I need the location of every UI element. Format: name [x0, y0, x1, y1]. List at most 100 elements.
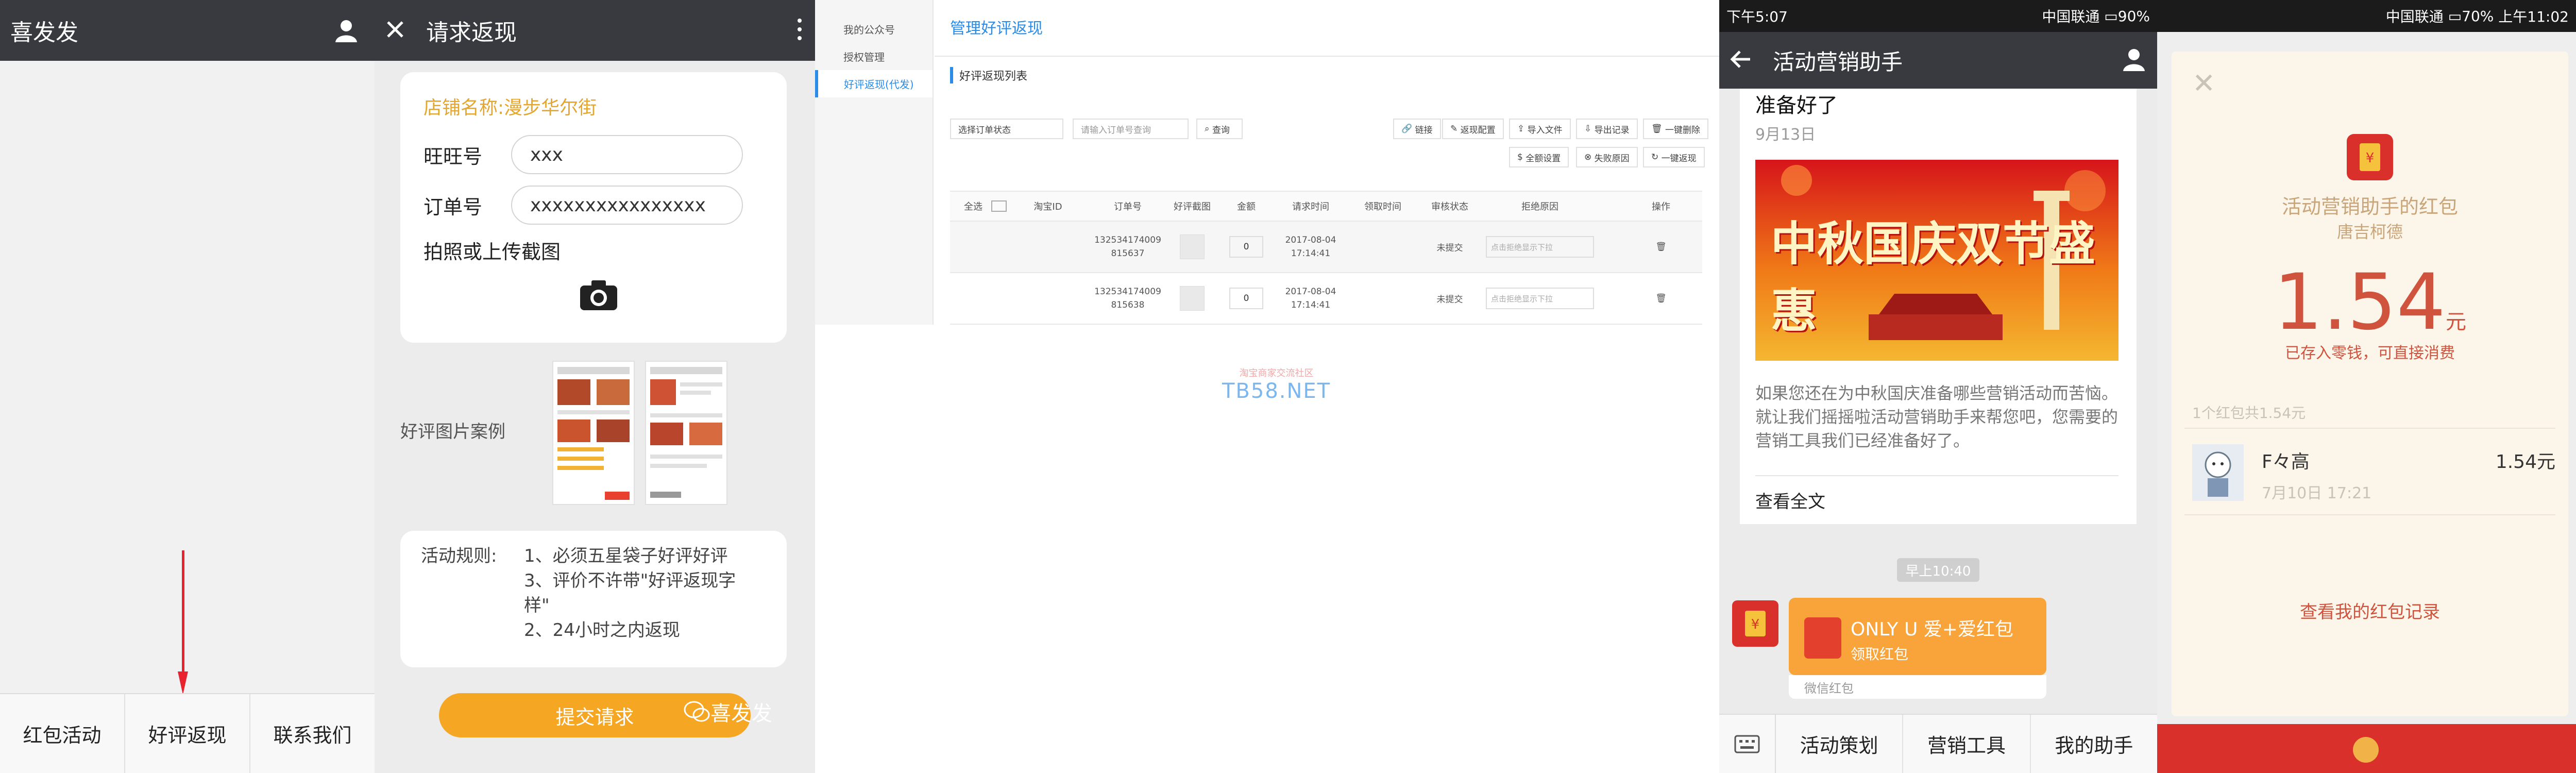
cashback-config-button[interactable]: ✎ 返现配置: [1442, 119, 1504, 139]
status-time: 上午11:02: [2498, 8, 2569, 25]
page-title: 管理好评返现: [935, 0, 1719, 57]
hongbao-avatar[interactable]: ¥: [1732, 600, 1778, 647]
table-row: 132534174009 815638 0 2017-08-04 17:14:41 …: [950, 273, 1702, 325]
hongbao-title: ONLY U 爱+爱红包: [1851, 619, 2013, 640]
full-amount-button[interactable]: $ 全额设置: [1509, 147, 1569, 167]
sidebar-item-cashback[interactable]: 好评返现(代发): [815, 70, 933, 97]
red-arrow-indicator: [178, 550, 188, 695]
menu-my-assistant[interactable]: 我的助手: [2031, 715, 2157, 773]
read-more-link[interactable]: 查看全文: [1755, 475, 2119, 524]
battery-icon: ▭: [2448, 7, 2462, 25]
export-record-button[interactable]: ⇩ 导出记录: [1576, 119, 1638, 139]
order-input[interactable]: xxxxxxxxxxxxxxxx: [511, 186, 743, 225]
header-actions: 操作: [1652, 201, 1670, 212]
header-request-time: 请求时间: [1292, 201, 1329, 212]
header-order-no: 订单号: [1114, 201, 1142, 212]
request-time: 2017-08-04 17:14:41: [1285, 287, 1336, 310]
link-button[interactable]: 🔗 链接: [1393, 119, 1441, 139]
festival-banner: 中秋国庆双节盛惠: [1755, 160, 2119, 361]
screenshot-thumbnail[interactable]: [1180, 286, 1205, 311]
select-all-checkbox[interactable]: [991, 200, 1007, 212]
trash-icon[interactable]: 🗑: [1651, 242, 1671, 252]
camera-icon[interactable]: [578, 278, 619, 312]
header-review-status: 审核状态: [1431, 201, 1468, 212]
export-record-label: 导出记录: [1594, 125, 1630, 136]
screenshot-thumbnail[interactable]: [1180, 234, 1205, 259]
article-title: 准备好了: [1755, 94, 1838, 117]
delete-all-button[interactable]: 🗑 一键删除: [1643, 119, 1708, 139]
import-file-label: 导入文件: [1527, 125, 1563, 136]
section-title: 好评返现列表: [950, 67, 1719, 83]
shop-name: 店铺名称:漫步华尔街: [423, 97, 597, 119]
chat-menu-bar: 活动策划 营销工具 我的助手: [1719, 714, 2157, 773]
menu-activity-planning[interactable]: 活动策划: [1776, 715, 1904, 773]
header-amount: 金额: [1237, 201, 1256, 212]
hongbao-envelope-icon: [1804, 617, 1841, 659]
user-icon[interactable]: [2121, 46, 2147, 74]
link-label: 链接: [1415, 125, 1433, 136]
panel-marketing-assistant-chat: 下午5:07 中国联通 ▭ 90% 活动营销助手 准备好了 9月13日 中秋国庆…: [1719, 0, 2157, 773]
search-button[interactable]: ⌕ 查询: [1196, 119, 1243, 139]
wangwang-row: 旺旺号 xxx: [423, 135, 764, 174]
tab-good-review-cashback[interactable]: 好评返现: [125, 694, 250, 773]
review-example-image-2[interactable]: [645, 361, 727, 505]
page-title: 请求返现: [426, 20, 517, 46]
panel-request-cashback: 请求返现 店铺名称:漫步华尔街 旺旺号 xxx 订单号 xxxxxxxxxxxx…: [375, 0, 815, 773]
trash-icon[interactable]: 🗑: [1651, 293, 1671, 304]
reject-reason-input[interactable]: 点击拒绝显示下拉: [1486, 236, 1594, 258]
page-header: 请求返现: [375, 0, 815, 61]
order-status-select[interactable]: 选择订单状态: [950, 119, 1063, 139]
reject-reason-input[interactable]: 点击拒绝显示下拉: [1486, 288, 1594, 309]
article-card[interactable]: 准备好了 9月13日 中秋国庆双节盛惠 如果您还在为中秋国庆准备哪些营销活动而苦…: [1740, 89, 2137, 524]
app-header: 喜发发: [0, 0, 375, 61]
user-icon[interactable]: [328, 12, 364, 48]
review-example-image-1[interactable]: [552, 361, 635, 505]
sidebar-item-account[interactable]: 我的公众号: [815, 15, 933, 43]
avatar: [2192, 444, 2244, 501]
chat-title: 活动营销助手: [1773, 49, 1903, 75]
amount-input[interactable]: 0: [1229, 288, 1263, 309]
banner-text: 中秋国庆双节盛惠: [1771, 217, 2095, 338]
fail-reason-label: 失败原因: [1594, 153, 1630, 164]
import-file-button[interactable]: ⇪ 导入文件: [1509, 119, 1571, 139]
admin-sidebar: 我的公众号 授权管理 好评返现(代发): [815, 0, 934, 325]
back-arrow-icon[interactable]: [1730, 49, 1752, 72]
record-name: F々高: [2262, 451, 2310, 473]
hongbao-from: 活动营销助手的红包: [2281, 195, 2458, 218]
hongbao-count: 1个红包共1.54元: [2192, 405, 2306, 422]
status-bar: 下午5:07 中国联通 ▭ 90%: [1719, 0, 2157, 32]
status-battery: 90%: [2117, 7, 2150, 25]
status-battery: 70%: [2462, 7, 2494, 25]
header-select-all[interactable]: 全选: [955, 199, 991, 213]
menu-marketing-tools[interactable]: 营销工具: [1903, 715, 2031, 773]
one-click-cashback-button[interactable]: ↻ 一键返现: [1643, 147, 1705, 167]
battery-icon: ▭: [2104, 7, 2118, 25]
hongbao-footer-band: [2157, 724, 2576, 773]
hongbao-message[interactable]: ONLY U 爱+爱红包 领取红包 微信红包: [1789, 598, 2046, 699]
rule-item: 3、评价不许带"好评返现字样": [524, 570, 736, 616]
fail-reason-button[interactable]: ⊗ 失败原因: [1576, 147, 1638, 167]
amount-unit: 元: [2445, 310, 2466, 334]
wangwang-input[interactable]: xxx: [511, 135, 743, 174]
keyboard-icon[interactable]: [1719, 715, 1776, 773]
hongbao-sender: 唐吉柯德: [2336, 222, 2403, 242]
record-amount: 1.54元: [2495, 451, 2555, 473]
amount-input[interactable]: 0: [1229, 236, 1263, 258]
view-records-link[interactable]: 查看我的红包记录: [2172, 598, 2568, 623]
tab-contact-us[interactable]: 联系我们: [250, 694, 375, 773]
header-receive-time: 领取时间: [1364, 201, 1401, 212]
more-icon[interactable]: [794, 16, 805, 44]
site-watermark: 淘宝商家交流社区 TB58.NET: [1222, 366, 1331, 403]
tab-hongbao-activity[interactable]: 红包活动: [0, 694, 125, 773]
request-time: 2017-08-04 17:14:41: [1285, 235, 1336, 259]
request-form-card: 店铺名称:漫步华尔街 旺旺号 xxx 订单号 xxxxxxxxxxxxxxxx …: [400, 72, 787, 343]
seal-icon: [2353, 737, 2379, 763]
close-icon[interactable]: ✕: [2192, 67, 2215, 99]
sidebar-item-auth[interactable]: 授权管理: [815, 43, 933, 70]
wangwang-label: 旺旺号: [423, 145, 483, 168]
order-search-input[interactable]: 请输入订单号查询: [1073, 119, 1189, 139]
close-icon[interactable]: [385, 19, 405, 42]
stored-note: 已存入零钱，可直接消费: [2285, 344, 2455, 362]
table-header: 全选 淘宝ID 订单号 好评截图 金额 请求时间 领取时间 审核状态 拒绝原因 …: [950, 191, 1702, 222]
hongbao-logo: ¥: [2347, 134, 2393, 180]
